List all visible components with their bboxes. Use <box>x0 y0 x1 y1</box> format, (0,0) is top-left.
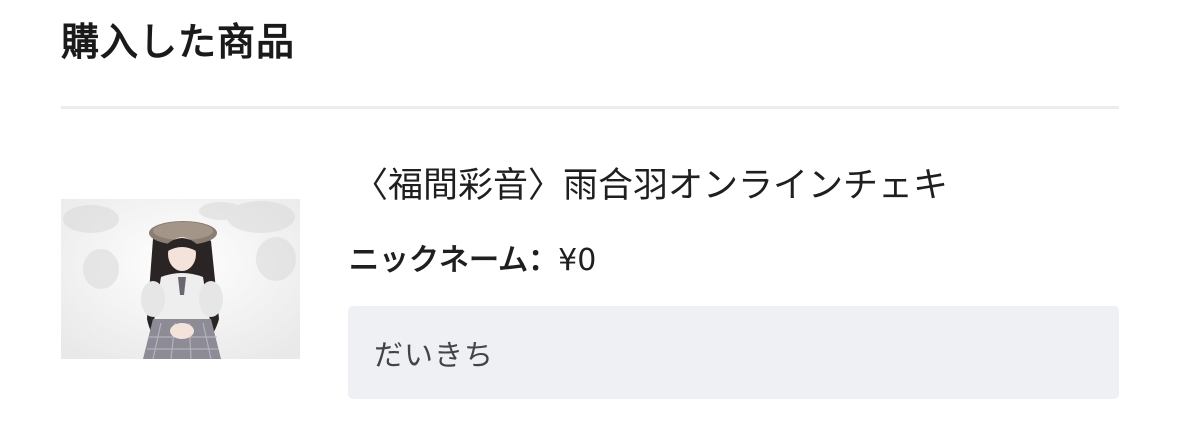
section-divider <box>61 106 1119 109</box>
product-name[interactable]: 〈福間彩音〉雨合羽オンラインチェキ <box>353 160 948 212</box>
purchased-items-title: 購入した商品 <box>61 20 296 64</box>
nickname-value: だいきち <box>374 337 495 372</box>
price-label: ニックネーム： <box>349 243 559 278</box>
nickname-field[interactable]: だいきち <box>348 306 1119 399</box>
product-thumbnail[interactable] <box>61 199 300 359</box>
price-line: ニックネーム：¥0 <box>349 238 596 284</box>
price-value: ¥0 <box>558 243 597 278</box>
product-photo-illustration <box>61 199 300 359</box>
